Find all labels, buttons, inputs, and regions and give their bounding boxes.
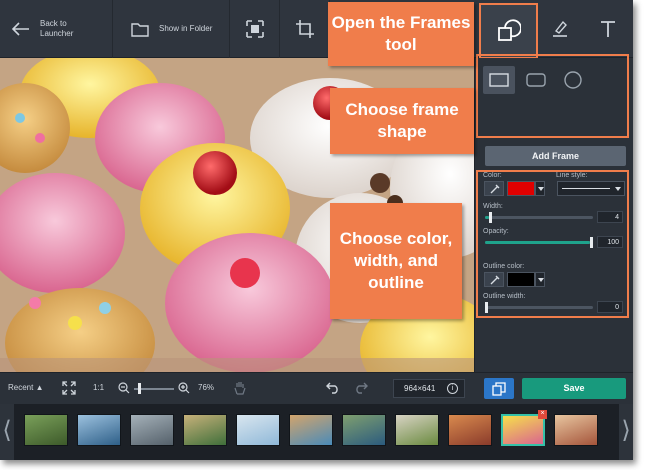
recent-dropdown[interactable]: Recent ▲ [8, 383, 44, 392]
folder-icon [131, 22, 149, 37]
top-toolbar: Back to Launcher Show in Folder [0, 0, 633, 59]
callout-frame-shape: Choose frame shape [330, 88, 474, 154]
filmstrip-next-button[interactable]: ⟩ [619, 404, 633, 460]
text-icon [601, 21, 615, 37]
text-tool-button[interactable] [588, 0, 628, 58]
undo-icon[interactable] [326, 382, 340, 394]
frame-options-highlight [476, 170, 629, 318]
filmstrip: ⟨ × ⟩ [0, 404, 633, 460]
back-to-launcher-button[interactable]: Back to Launcher [0, 0, 113, 58]
frames-tool-button[interactable] [479, 3, 538, 59]
frames-icon [498, 19, 521, 41]
filmstrip-thumbnail[interactable] [342, 414, 386, 446]
info-icon[interactable]: i [447, 383, 458, 394]
zoom-out-icon[interactable] [118, 382, 130, 394]
show-in-folder-button[interactable]: Show in Folder [113, 0, 230, 58]
crop-tool-button[interactable] [280, 0, 330, 58]
zoom-level: 76% [198, 383, 215, 392]
bottom-bar: Recent ▲ 1:1 76% 964×641 i Save [0, 372, 633, 404]
filmstrip-thumbnail[interactable] [24, 414, 68, 446]
filmstrip-prev-button[interactable]: ⟨ [0, 404, 14, 460]
crop-select-button[interactable] [230, 0, 280, 58]
highlighter-tool-button[interactable] [540, 0, 580, 58]
callout-color-width-outline: Choose color, width, and outline [330, 203, 462, 319]
add-frame-button[interactable]: Add Frame [485, 146, 626, 166]
filmstrip-thumbnail[interactable] [554, 414, 598, 446]
remove-thumbnail-icon[interactable]: × [538, 410, 547, 419]
actual-size-button[interactable]: 1:1 [93, 383, 104, 392]
filmstrip-thumbnail[interactable] [77, 414, 121, 446]
highlighter-icon [553, 20, 567, 37]
crop-icon [295, 20, 314, 38]
filmstrip-thumbnail[interactable] [183, 414, 227, 446]
filmstrip-thumbnail[interactable] [395, 414, 439, 446]
caret-up-icon: ▲ [35, 383, 44, 392]
crop-select-icon [245, 20, 264, 38]
show-in-folder-label: Show in Folder [159, 24, 213, 33]
redo-icon[interactable] [354, 382, 368, 394]
frame-shape-highlight [476, 54, 629, 138]
dimensions-text: 964×641 [404, 384, 436, 393]
back-to-launcher-label: Back to Launcher [40, 19, 74, 38]
hand-pan-icon[interactable] [234, 381, 246, 395]
callout-open-frames: Open the Frames tool [328, 2, 474, 66]
zoom-in-icon[interactable] [178, 382, 190, 394]
save-button[interactable]: Save [522, 378, 626, 399]
copy-button[interactable] [484, 378, 514, 399]
recent-label: Recent [8, 383, 34, 392]
back-arrow-icon [12, 22, 29, 36]
zoom-slider-handle[interactable] [138, 383, 141, 394]
copy-icon [492, 382, 506, 396]
fit-to-screen-icon[interactable] [62, 381, 76, 395]
image-dimensions: 964×641 i [393, 379, 465, 398]
filmstrip-thumbnail[interactable] [448, 414, 492, 446]
filmstrip-thumbnail[interactable] [236, 414, 280, 446]
filmstrip-thumbnail[interactable] [130, 414, 174, 446]
chevron-left-icon: ⟨ [2, 417, 12, 444]
filmstrip-thumbnail[interactable] [289, 414, 333, 446]
filmstrip-thumbnail[interactable]: × [501, 410, 547, 446]
chevron-right-icon: ⟩ [621, 417, 631, 444]
